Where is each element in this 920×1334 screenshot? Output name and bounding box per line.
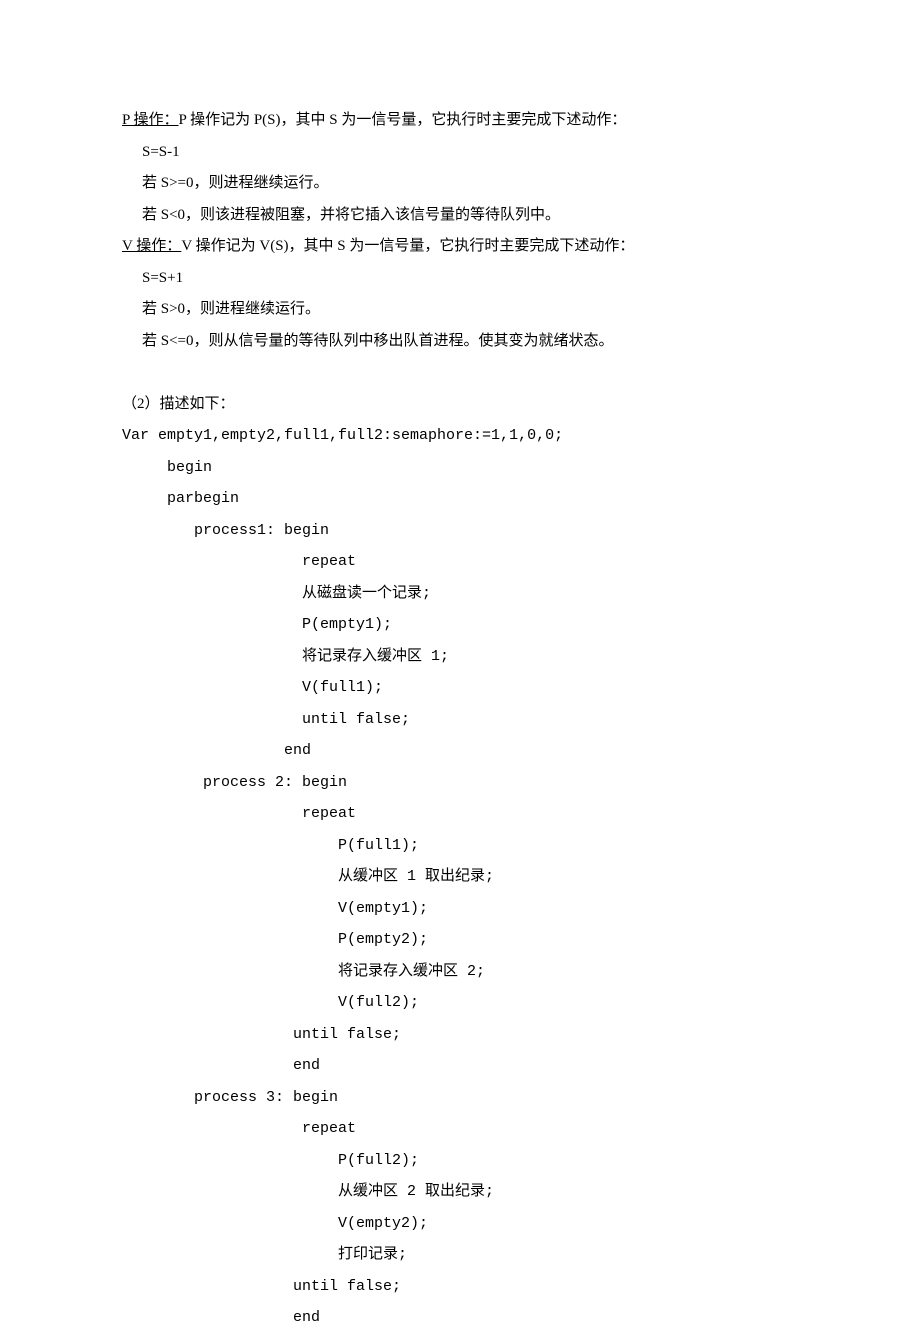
v-op-title: V 操作： [122,238,181,254]
p-operation-line: P 操作：P 操作记为 P(S)，其中 S 为一信号量，它执行时主要完成下述动作… [122,105,800,137]
v-line-2: 若 S>0，则进程继续运行。 [122,294,800,326]
v-line-1: S=S+1 [122,263,800,295]
blank-line [122,357,800,389]
code-line: V(empty1); [122,893,800,925]
code-line: process 2: begin [122,767,800,799]
code-line: begin [122,452,800,484]
code-line: until false; [122,704,800,736]
code-line: process 3: begin [122,1082,800,1114]
p-line-1: S=S-1 [122,137,800,169]
section2-heading: （2）描述如下： [122,389,800,421]
code-line: P(empty1); [122,609,800,641]
code-line: 将记录存入缓冲区 1; [122,641,800,673]
code-line: 从磁盘读一个记录; [122,578,800,610]
code-line: P(full2); [122,1145,800,1177]
code-line: 将记录存入缓冲区 2; [122,956,800,988]
code-line: V(full2); [122,987,800,1019]
document-content: P 操作：P 操作记为 P(S)，其中 S 为一信号量，它执行时主要完成下述动作… [122,105,800,1334]
code-line: 从缓冲区 1 取出纪录; [122,861,800,893]
code-line: repeat [122,798,800,830]
v-line-3: 若 S<=0，则从信号量的等待队列中移出队首进程。使其变为就绪状态。 [122,326,800,358]
code-line: until false; [122,1271,800,1303]
code-line: repeat [122,546,800,578]
code-block: Var empty1,empty2,full1,full2:semaphore:… [122,420,800,1334]
code-line: P(empty2); [122,924,800,956]
code-line: Var empty1,empty2,full1,full2:semaphore:… [122,420,800,452]
code-line: repeat [122,1113,800,1145]
v-op-desc: V 操作记为 V(S)，其中 S 为一信号量，它执行时主要完成下述动作： [181,238,634,254]
code-line: until false; [122,1019,800,1051]
code-line: end [122,735,800,767]
code-line: process1: begin [122,515,800,547]
code-line: 从缓冲区 2 取出纪录; [122,1176,800,1208]
code-line: P(full1); [122,830,800,862]
code-line: V(full1); [122,672,800,704]
code-line: end [122,1050,800,1082]
v-operation-line: V 操作：V 操作记为 V(S)，其中 S 为一信号量，它执行时主要完成下述动作… [122,231,800,263]
code-line: parbegin [122,483,800,515]
p-line-3: 若 S<0，则该进程被阻塞，并将它插入该信号量的等待队列中。 [122,200,800,232]
code-line: 打印记录; [122,1239,800,1271]
p-line-2: 若 S>=0，则进程继续运行。 [122,168,800,200]
p-op-desc: P 操作记为 P(S)，其中 S 为一信号量，它执行时主要完成下述动作： [179,112,627,128]
p-op-title: P 操作： [122,112,179,128]
code-line: end [122,1302,800,1334]
code-line: V(empty2); [122,1208,800,1240]
